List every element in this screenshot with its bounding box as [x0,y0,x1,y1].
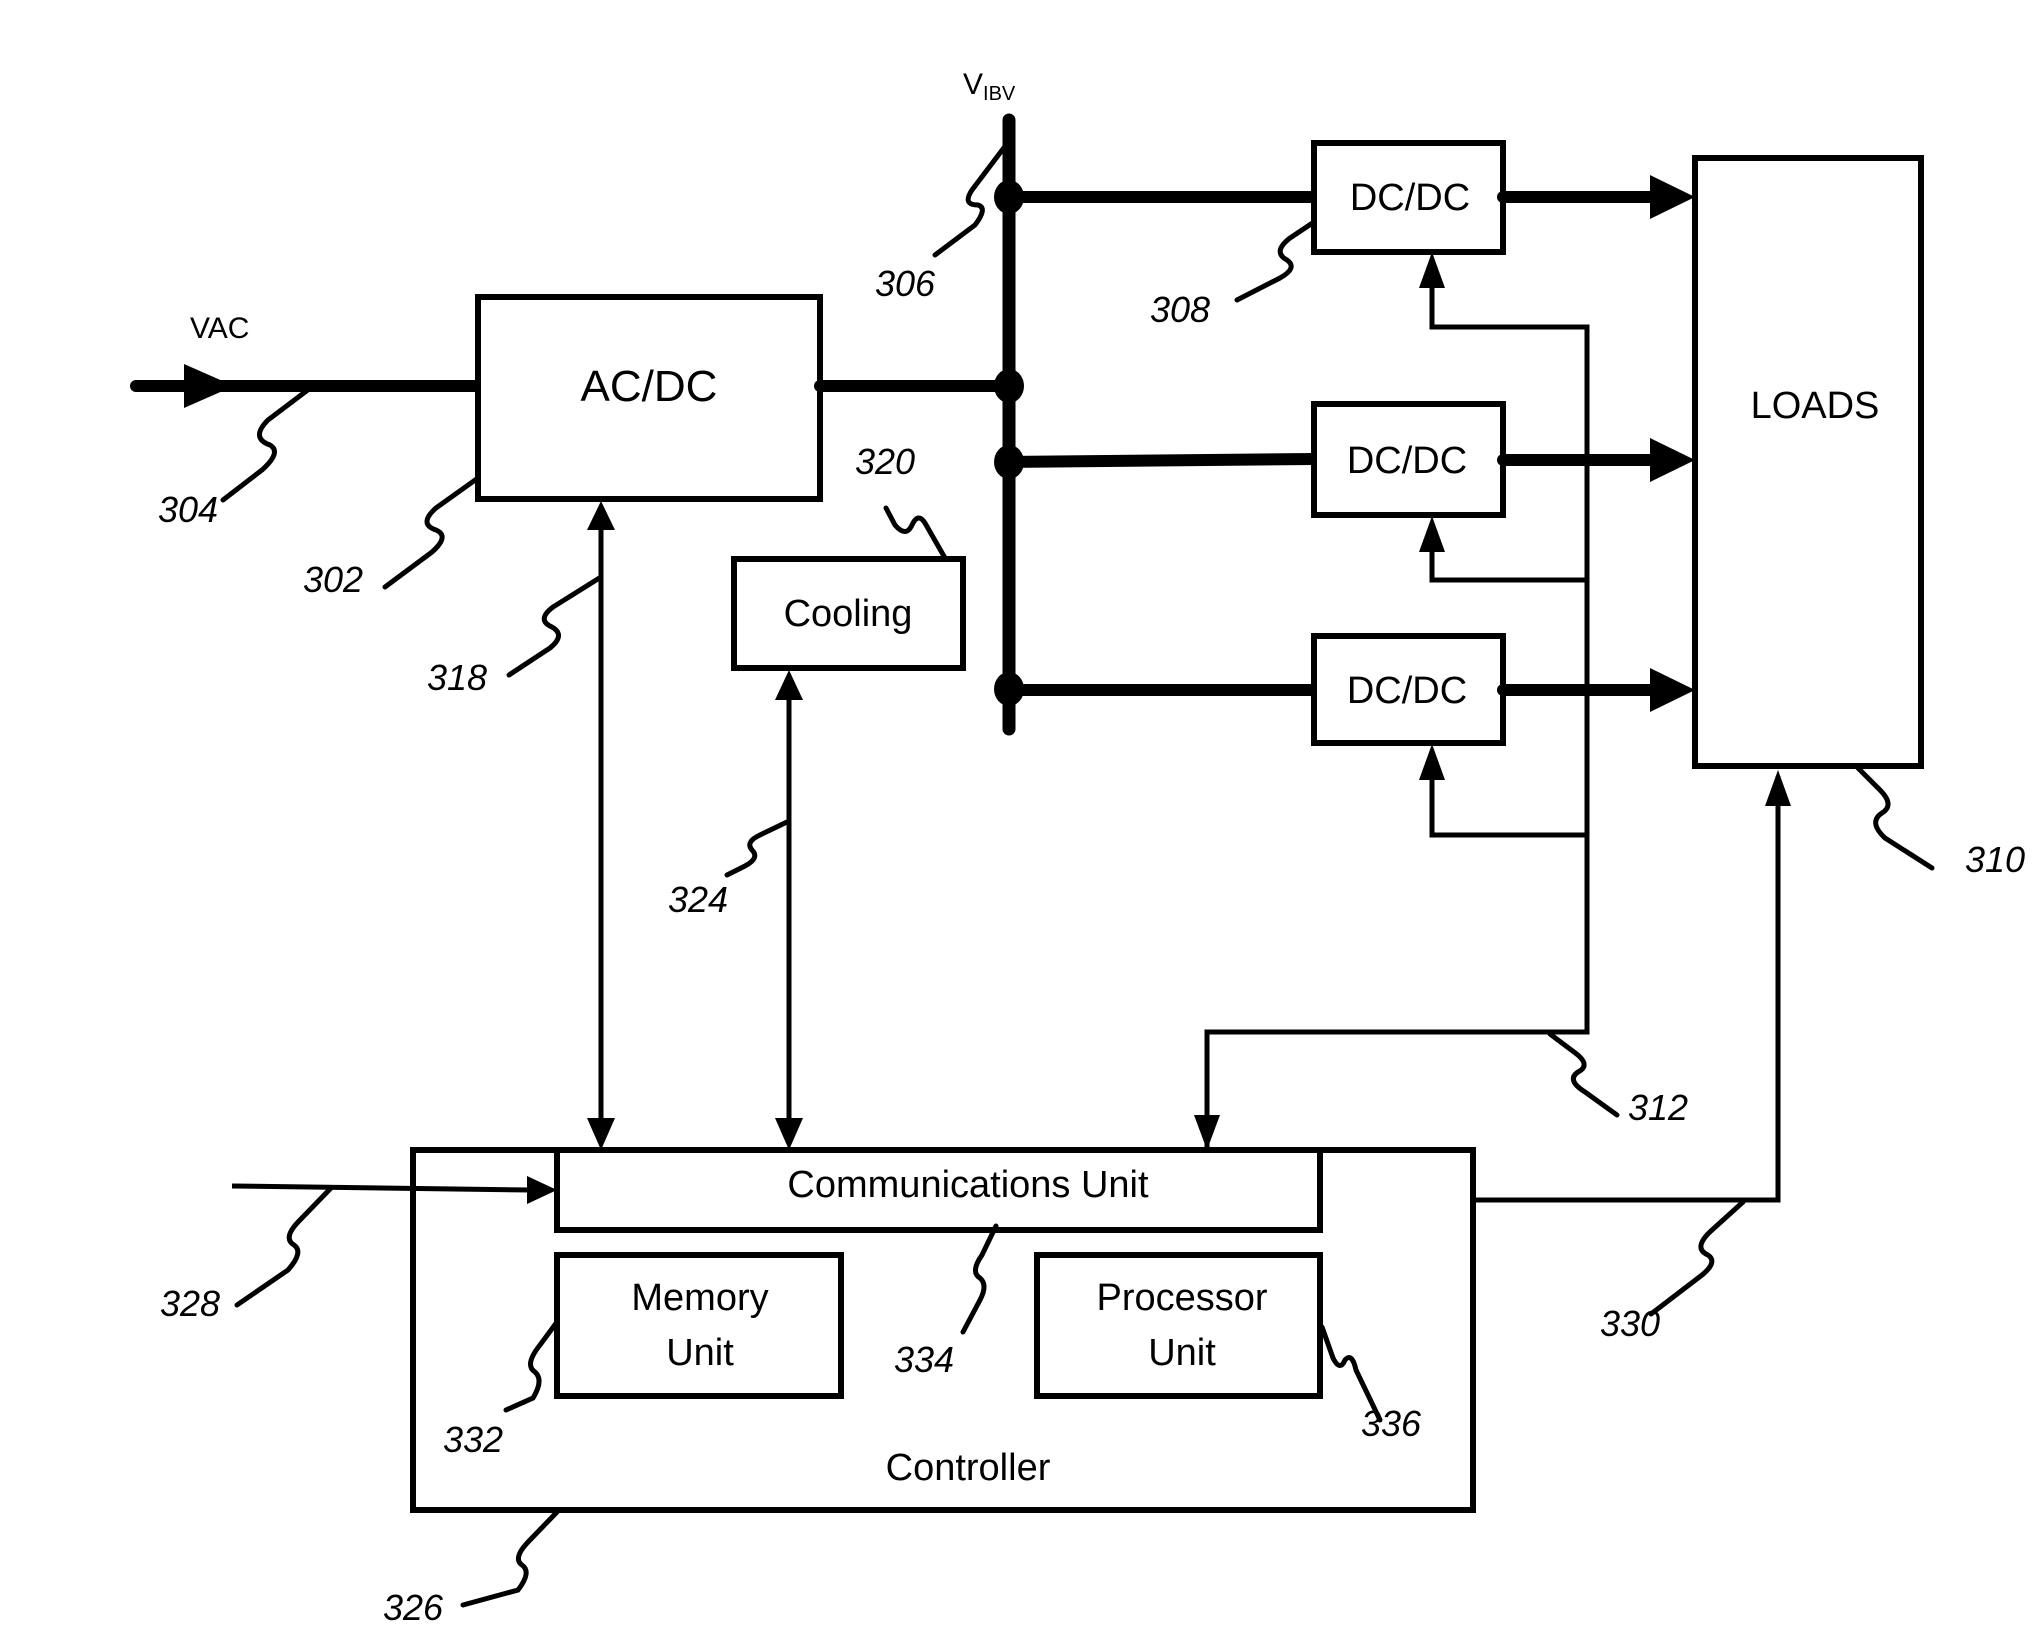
ref-320: 320 [855,441,915,482]
loads-arrowhead [1765,770,1791,806]
leader-330 [1648,1199,1746,1317]
leader-310 [1855,765,1935,871]
ref-328: 328 [160,1283,220,1324]
leader-304 [220,383,316,503]
vibv-subscript: IBV [983,83,1016,105]
loads-label: LOADS [1751,385,1880,427]
vac-arrowhead [184,364,234,408]
dcdc-converter-2: DC/DC [1311,401,1506,518]
loads-comm-line [1332,776,1781,1203]
dcdc-converter-1: DC/DC [1311,140,1506,255]
ref-310: 310 [1965,839,2025,880]
cooling-block: Cooling [731,556,966,671]
cooling-controller-link [775,670,803,1150]
ref-334: 334 [894,1339,954,1380]
control-line-dcdc3 [1429,753,1587,838]
ref-336: 336 [1361,1403,1422,1444]
ref-302: 302 [303,559,363,600]
leader-308 [1234,219,1317,303]
dcdc-outputs [1497,175,1695,712]
ref-330: 330 [1600,1303,1660,1344]
dcdc2-label: DC/DC [1347,440,1467,482]
dcdc3-control-arrowhead [1419,744,1445,780]
leader-320 [883,505,948,561]
dc-bus: VIBV [963,68,1024,736]
leader-312 [1547,1031,1620,1118]
leader-302 [382,475,481,590]
acdc-label: AC/DC [581,362,718,411]
cooling-down-arrowhead [775,1118,803,1150]
leader-326 [460,1509,560,1608]
ref-332: 332 [443,1419,503,1460]
ref-306: 306 [875,263,936,304]
leader-328 [234,1185,334,1308]
controller-block: Controller Communications Unit Memory Un… [410,1147,1476,1513]
cooling-label: Cooling [784,593,913,635]
power-system-diagram: VAC AC/DC VIBV DC/DC DC/DC DC/DC LOADS C… [130,68,2025,1628]
control-line-dcdc2 [1429,525,1587,583]
leader-318 [506,574,604,678]
acdc-up-arrowhead [587,501,615,530]
leader-324 [724,819,790,878]
ref-304: 304 [158,489,218,530]
cooling-up-arrowhead [775,670,803,700]
acdc-controller-link [587,501,615,1150]
ref-308: 308 [1150,289,1210,330]
comm-control-arrowhead [1194,1115,1220,1150]
dcdc1-output-arrowhead [1650,175,1695,219]
vibv-label: VIBV [963,68,1016,105]
ref-318: 318 [427,657,487,698]
bus-junction [994,369,1024,403]
loads-box [1692,155,1924,769]
loads-block: LOADS [1692,155,1924,769]
ref-326: 326 [383,1587,444,1628]
dcdc-converter-3: DC/DC [1311,633,1506,746]
ref-312: 312 [1628,1087,1688,1128]
controller-label: Controller [886,1447,1051,1489]
vibv-main: V [963,68,983,101]
dcdc2-output-arrowhead [1650,438,1695,482]
dcdc3-output-arrowhead [1650,668,1695,712]
processor-unit-label-2: Unit [1148,1332,1216,1374]
bus-to-dcdc2-line [1003,453,1320,468]
acdc-converter: AC/DC [475,294,823,502]
acdc-down-arrowhead [587,1118,615,1150]
dcdc2-control-arrowhead [1419,516,1445,552]
dcdc3-label: DC/DC [1347,670,1467,712]
memory-unit-label-1: Memory [631,1277,768,1319]
vac-label: VAC [190,312,249,345]
comm-unit-label: Communications Unit [787,1164,1149,1206]
dcdc1-control-arrowhead [1419,252,1445,288]
dcdc1-label: DC/DC [1350,177,1470,219]
ref-324: 324 [668,879,728,920]
memory-unit-label-2: Unit [666,1332,734,1374]
processor-unit-label-1: Processor [1096,1277,1267,1319]
